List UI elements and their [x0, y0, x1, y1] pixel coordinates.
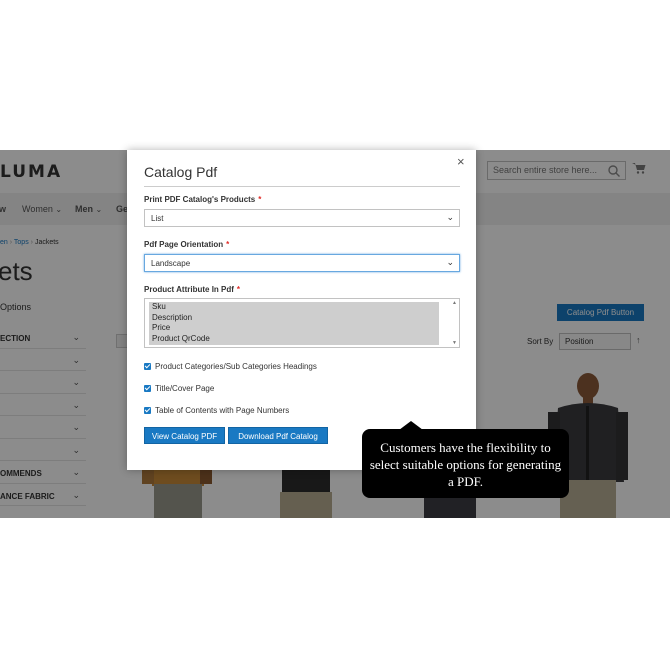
view-catalog-pdf-button[interactable]: View Catalog PDF [144, 427, 225, 444]
tooltip-text: Customers have the flexibility to select… [369, 440, 562, 489]
required-mark: * [258, 195, 262, 204]
orientation-label: Pdf Page Orientation * [144, 240, 230, 249]
attribute-option[interactable]: Sku [149, 302, 439, 313]
modal-title: Catalog Pdf [144, 164, 218, 180]
callout-tooltip: Customers have the flexibility to select… [362, 421, 569, 498]
orientation-select-value: Landscape [151, 259, 191, 268]
attribute-option[interactable]: Product QrCode [149, 334, 439, 345]
orientation-select[interactable]: Landscape ⌄ [144, 254, 460, 272]
checkbox-table-of-contents[interactable] [144, 407, 151, 414]
attribute-option[interactable]: Price [149, 323, 439, 334]
scroll-down-icon[interactable]: ▼ [452, 340, 457, 346]
checkbox-label: Product Categories/Sub Categories Headin… [155, 362, 317, 371]
required-mark: * [226, 240, 230, 249]
attribute-multiselect[interactable]: Sku Description Price Product QrCode ▲ ▼ [144, 298, 460, 348]
close-icon[interactable]: × [457, 154, 465, 169]
tooltip-arrow [399, 421, 423, 430]
products-select[interactable]: List ⌄ [144, 209, 460, 227]
attribute-options: Sku Description Price Product QrCode [149, 302, 439, 345]
checkbox-categories-headings[interactable] [144, 363, 151, 370]
products-label: Print PDF Catalog's Products * [144, 195, 262, 204]
scroll-up-icon[interactable]: ▲ [452, 300, 457, 306]
catalog-pdf-modal: Catalog Pdf × Print PDF Catalog's Produc… [127, 150, 476, 470]
download-pdf-catalog-button[interactable]: Download Pdf Catalog [228, 427, 328, 444]
divider [144, 186, 460, 187]
checkbox-label: Table of Contents with Page Numbers [155, 406, 290, 415]
attribute-label: Product Attribute In Pdf * [144, 285, 241, 294]
screenshot-stage: LUMA Search entire store here... w Women… [0, 0, 670, 670]
checkbox-cover-page[interactable] [144, 385, 151, 392]
required-mark: * [236, 285, 241, 294]
checkbox-label: Title/Cover Page [155, 384, 215, 393]
chevron-down-icon: ⌄ [446, 257, 454, 267]
products-select-value: List [151, 214, 164, 223]
attribute-option[interactable]: Description [149, 313, 439, 324]
chevron-down-icon: ⌄ [446, 212, 454, 222]
